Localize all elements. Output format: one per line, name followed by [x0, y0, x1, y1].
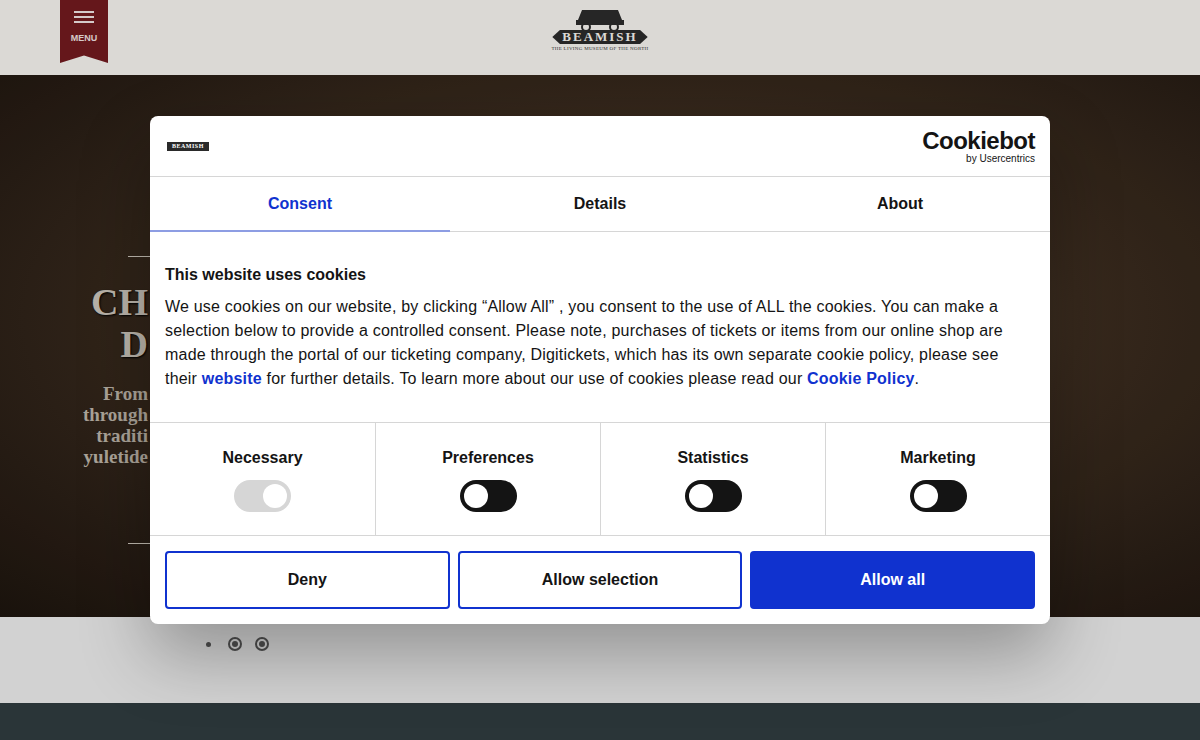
button-row: DenyAllow selectionAllow all — [150, 536, 1050, 624]
category: Statistics — [600, 423, 825, 535]
tab[interactable]: Consent — [150, 177, 450, 232]
category-toggle[interactable] — [685, 480, 742, 512]
toggle-knob — [464, 484, 488, 508]
category: Marketing — [825, 423, 1050, 535]
category-label: Preferences — [442, 449, 534, 467]
toggle-knob — [263, 484, 287, 508]
dialog-body: This website uses cookies We use cookies … — [150, 232, 1050, 423]
page: MENUBEAMISHTHE LIVING MUSEUM OF THE NORT… — [0, 0, 1200, 740]
category-toggle[interactable] — [910, 480, 967, 512]
category-label: Necessary — [222, 449, 302, 467]
dialog-header: BEAMISH Cookiebotby Usercentrics — [150, 116, 1050, 177]
provider-by: by Usercentrics — [966, 154, 1035, 164]
dialog-text: We use cookies on our website, by clicki… — [165, 295, 1035, 391]
category-label: Marketing — [900, 449, 976, 467]
provider-logo[interactable]: Cookiebotby Usercentrics — [922, 129, 1035, 164]
toggle-knob — [914, 484, 938, 508]
dialog-overlay: BEAMISHCookiebotby UsercentricsConsentDe… — [0, 0, 1200, 740]
cookie-dialog: BEAMISHCookiebotby UsercentricsConsentDe… — [150, 116, 1050, 624]
category-label: Statistics — [677, 449, 748, 467]
tab[interactable]: About — [750, 177, 1050, 232]
tab[interactable]: Details — [450, 177, 750, 232]
dialog-logo: BEAMISH — [167, 142, 209, 151]
category: Preferences — [375, 423, 600, 535]
consent-button[interactable]: Deny — [165, 551, 450, 609]
consent-button[interactable]: Allow selection — [458, 551, 743, 609]
text-link[interactable]: website — [202, 370, 262, 387]
toggle-knob — [689, 484, 713, 508]
category: Necessary — [150, 423, 375, 535]
provider-name: Cookiebot — [922, 129, 1035, 153]
tab-row: ConsentDetailsAbout — [150, 177, 1050, 232]
text-link[interactable]: Cookie Policy — [807, 370, 915, 387]
dialog-title: This website uses cookies — [165, 265, 1035, 285]
category-toggle[interactable] — [460, 480, 517, 512]
category-row: Necessary Preferences Statistics Marketing — [150, 423, 1050, 536]
consent-button[interactable]: Allow all — [750, 551, 1035, 609]
category-toggle — [234, 480, 291, 512]
